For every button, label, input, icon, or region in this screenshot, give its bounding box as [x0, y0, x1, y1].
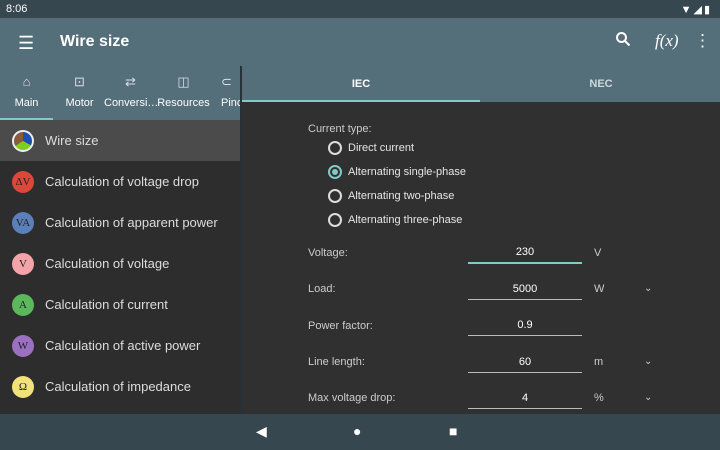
status-bar: 8:06 ▼◢▮ [0, 0, 720, 18]
line-length-input[interactable]: 60 [468, 356, 582, 373]
load-unit-select[interactable]: W [594, 283, 604, 295]
category-tabs: ⌂ Main ⊡ Motor ⇄ Conversi… ◫ Resources ⊂ Pinc [0, 66, 240, 120]
voltage-icon: V [12, 252, 34, 275]
menu-icon[interactable]: ☰ [18, 33, 34, 54]
home-button-icon[interactable]: ● [353, 423, 361, 439]
chevron-down-icon[interactable]: ⌄ [644, 283, 652, 294]
status-icons: ▼◢▮ [681, 3, 712, 16]
page-title: Wire size [60, 33, 130, 50]
voltage-label: Voltage: [308, 247, 348, 259]
max-voltage-drop-unit-select[interactable]: % [594, 392, 604, 404]
recents-icon[interactable]: ■ [449, 423, 457, 439]
tab-iec[interactable]: IEC [242, 66, 480, 102]
list-item[interactable]: A Calculation of current [0, 284, 240, 325]
current-icon: A [12, 293, 34, 316]
line-length-unit-select[interactable]: m [594, 356, 603, 368]
list-item[interactable]: Ω Calculation of impedance [0, 366, 240, 407]
battery-icon: ▮ [703, 4, 712, 16]
more-icon[interactable]: ⋮ [694, 31, 711, 51]
pane-divider [240, 66, 242, 414]
apparent-power-icon: VA [12, 211, 34, 234]
search-icon[interactable] [615, 31, 631, 52]
list-item[interactable]: W Calculation of active power [0, 325, 240, 366]
radio-single-phase[interactable]: Alternating single-phase [328, 165, 466, 179]
voltage-drop-icon: ΔV [12, 170, 34, 193]
max-voltage-drop-input[interactable]: 4 [468, 392, 582, 409]
calculator-list: Wire size ΔV Calculation of voltage drop … [0, 120, 240, 414]
home-icon: ⌂ [22, 74, 31, 89]
clock: 8:06 [6, 3, 28, 15]
radio-two-phase[interactable]: Alternating two-phase [328, 189, 454, 203]
app-bar: ☰ Wire size f(x) ⋮ [0, 18, 720, 66]
tab-resources[interactable]: ◫ Resources [157, 66, 210, 120]
line-length-label: Line length: [308, 356, 365, 368]
repeat-icon: ⇄ [125, 74, 136, 89]
plug-icon: ⊂ [221, 74, 232, 89]
signal-icon: ◢ [693, 4, 704, 16]
tab-conversion[interactable]: ⇄ Conversi… [104, 66, 158, 120]
wifi-icon: ▼ [680, 4, 694, 16]
list-item-wire-size[interactable]: Wire size [0, 120, 240, 161]
table-icon: ◫ [177, 74, 190, 89]
tab-nec[interactable]: NEC [482, 66, 720, 102]
active-power-icon: W [12, 334, 34, 357]
power-factor-label: Power factor: [308, 320, 373, 332]
formula-icon[interactable]: f(x) [655, 31, 679, 51]
power-factor-input[interactable]: 0.9 [468, 319, 582, 336]
list-item[interactable]: VA Calculation of apparent power [0, 202, 240, 243]
impedance-icon: Ω [12, 375, 34, 398]
current-type-label: Current type: [308, 123, 372, 135]
list-item[interactable]: ΔV Calculation of voltage drop [0, 161, 240, 202]
tab-pinout[interactable]: ⊂ Pinc [213, 66, 240, 120]
radio-three-phase[interactable]: Alternating three-phase [328, 213, 462, 227]
wire-size-icon [12, 129, 34, 152]
list-item[interactable]: V Calculation of voltage [0, 243, 240, 284]
max-voltage-drop-label: Max voltage drop: [308, 392, 396, 404]
motor-icon: ⊡ [74, 74, 85, 89]
navigation-bar: ◀ ● ■ [0, 414, 720, 450]
standard-tabs: IEC NEC [242, 66, 720, 102]
voltage-input[interactable]: 230 [468, 246, 582, 264]
chevron-down-icon[interactable]: ⌄ [644, 356, 652, 367]
tab-motor[interactable]: ⊡ Motor [53, 66, 106, 120]
radio-direct-current[interactable]: Direct current [328, 141, 414, 155]
back-icon[interactable]: ◀ [256, 423, 267, 440]
load-input[interactable]: 5000 [468, 283, 582, 300]
tab-main[interactable]: ⌂ Main [0, 66, 53, 120]
voltage-unit: V [594, 247, 602, 259]
load-label: Load: [308, 283, 336, 295]
chevron-down-icon[interactable]: ⌄ [644, 392, 652, 403]
